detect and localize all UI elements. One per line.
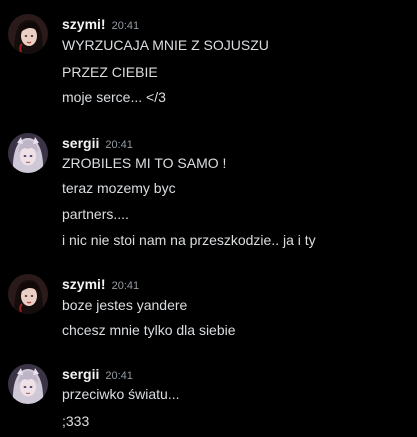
username[interactable]: sergii: [62, 366, 99, 382]
dark-haired-avatar-icon: [8, 14, 48, 54]
message-text: ZROBILES MI TO SAMO !: [62, 155, 227, 171]
message-text: moje serce... </3: [62, 89, 166, 105]
timestamp: 20:41: [111, 280, 140, 292]
dark-haired-avatar-icon: [8, 274, 48, 314]
message-text: teraz mozemy byc: [62, 180, 176, 196]
user-avatar[interactable]: [8, 274, 48, 314]
username[interactable]: sergii: [62, 135, 99, 151]
message-text: boze jestes yandere: [62, 297, 188, 313]
user-avatar[interactable]: [8, 364, 48, 404]
message-text: ;333: [62, 413, 90, 429]
message-text: chcesz mnie tylko dla siebie: [62, 322, 236, 338]
message-header: sergii 20:41: [62, 364, 133, 384]
message-text: partners....: [62, 206, 129, 222]
message-text: i nic nie stoi nam na przeszkodzie.. ja …: [62, 232, 316, 248]
timestamp: 20:41: [105, 139, 133, 151]
username[interactable]: szymi!: [62, 276, 106, 292]
message-header: szymi! 20:41: [62, 14, 139, 34]
message-text: WYRZUCAJA MNIE Z SOJUSZU: [62, 37, 269, 53]
message-text: przeciwko światu...: [62, 386, 180, 402]
message-header: sergii 20:41: [62, 133, 133, 153]
message-header: szymi! 20:41: [62, 274, 139, 294]
username[interactable]: szymi!: [62, 16, 106, 32]
message-text: PRZEZ CIEBIE: [62, 64, 158, 80]
timestamp: 20:41: [111, 20, 140, 32]
user-avatar[interactable]: [8, 133, 48, 173]
timestamp: 20:41: [105, 370, 133, 382]
white-haired-avatar-icon: [8, 133, 48, 173]
white-haired-avatar-icon: [8, 364, 48, 404]
user-avatar[interactable]: [8, 14, 48, 54]
